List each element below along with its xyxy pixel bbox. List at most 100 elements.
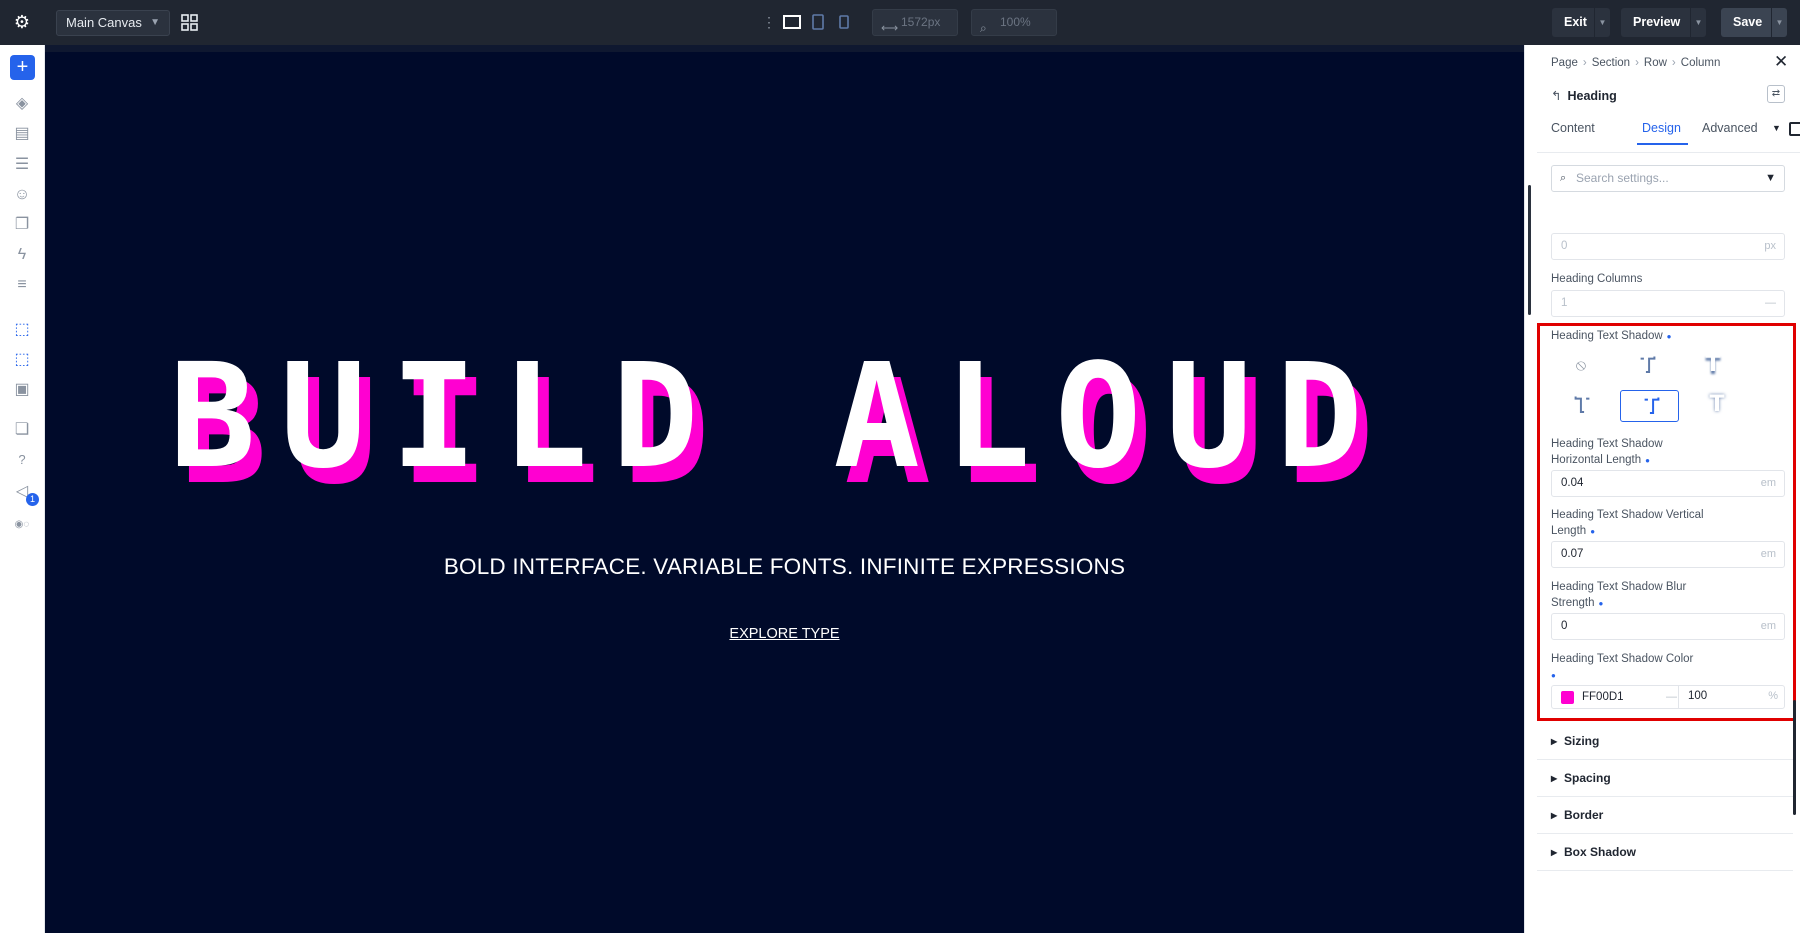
chevron-down-icon[interactable]: ▼ [1772, 123, 1781, 133]
cursor-select-icon[interactable]: ⬚ [12, 320, 32, 340]
breadcrumb-column[interactable]: Column [1681, 57, 1721, 69]
module-title-text: Heading [1567, 89, 1617, 103]
canvas-selector[interactable]: Main Canvas ▼ [56, 10, 170, 36]
save-dropdown-icon[interactable]: ▼ [1771, 8, 1787, 37]
templates-icon[interactable]: ❏ [12, 420, 32, 440]
search-icon: ⌕ [980, 21, 987, 35]
color-hex-value[interactable]: FF00D1 [1582, 686, 1624, 708]
add-element-button[interactable]: + [10, 55, 35, 80]
preview-dropdown-icon[interactable]: ▼ [1690, 8, 1706, 37]
breadcrumb-row[interactable]: Row [1644, 57, 1667, 69]
color-alpha-value: 100 [1688, 690, 1708, 702]
shadow-preset-3-icon[interactable]: T [1569, 392, 1599, 418]
shadow-color-input[interactable]: FF00D1 — 100 % [1551, 685, 1785, 709]
desktop-view-icon[interactable] [783, 13, 801, 31]
blur-label: Heading Text Shadow Blur Strength ● [1551, 579, 1686, 612]
canvas-width-input[interactable]: ⟷ 1572px [872, 9, 958, 36]
notification-badge: 1 [26, 493, 39, 506]
caret-right-icon: ▶ [1551, 811, 1558, 820]
section-border[interactable]: ▶ Border [1537, 797, 1793, 834]
v-length-label: Heading Text Shadow Vertical Length ● [1551, 507, 1704, 540]
exit-button-label: Exit [1564, 15, 1587, 29]
shadow-color-label: Heading Text Shadow Color ● [1551, 651, 1693, 684]
canvas-width-value: 1572px [901, 15, 941, 29]
multi-select-icon[interactable]: ⬚ [12, 350, 32, 370]
breadcrumb-page[interactable]: Page [1551, 57, 1578, 69]
search-settings-input[interactable]: ⌕ Search settings... ▼ [1551, 165, 1785, 192]
section-box-shadow[interactable]: ▶ Box Shadow [1537, 834, 1793, 871]
filter-icon[interactable]: ▼ [1765, 166, 1776, 191]
interactions-icon[interactable]: ϟ [12, 245, 32, 265]
pages-icon[interactable]: ❐ [12, 215, 32, 235]
settings-scrollbar[interactable] [1793, 700, 1796, 815]
save-button[interactable]: Save ▼ [1721, 8, 1787, 37]
h-length-unit: em [1760, 477, 1776, 489]
settings-sliders-icon[interactable]: ≡ [12, 275, 32, 295]
tab-content[interactable]: Content [1551, 121, 1595, 135]
dash-icon: — [1666, 691, 1677, 703]
library-icon[interactable]: ▤ [12, 124, 32, 144]
blur-input[interactable]: 0 em [1551, 613, 1785, 640]
section-spacing[interactable]: ▶ Spacing [1537, 760, 1793, 797]
theme-toggle-icon[interactable]: ◉◌ [12, 515, 32, 535]
hero-heading[interactable]: BUILD ALOUD BUILD ALOUD [45, 354, 1524, 506]
settings-gear-icon[interactable]: ⚙ [12, 12, 32, 32]
tablet-view-icon[interactable] [811, 13, 825, 31]
module-options-icon[interactable]: ⇄ [1767, 85, 1785, 103]
back-arrow-icon[interactable]: ↰ [1551, 89, 1561, 103]
section-sizing[interactable]: ▶ Sizing [1537, 723, 1793, 760]
layers-icon[interactable]: ◈ [12, 94, 32, 114]
exit-dropdown-icon[interactable]: ▼ [1594, 8, 1610, 37]
shadow-preset-2-icon[interactable]: T [1698, 352, 1728, 378]
v-length-input[interactable]: 0.07 em [1551, 541, 1785, 568]
responsive-icon[interactable]: ▣ [12, 380, 32, 400]
more-options-icon[interactable]: ⋮ [762, 13, 776, 31]
module-title: ↰ Heading [1551, 88, 1617, 103]
breadcrumb-separator-icon: › [1582, 57, 1587, 69]
preview-button-label: Preview [1633, 15, 1681, 29]
help-icon[interactable]: ? [12, 450, 32, 470]
breadcrumb-section[interactable]: Section [1592, 57, 1630, 69]
phone-view-icon[interactable] [838, 13, 850, 31]
blur-unit: em [1760, 620, 1776, 632]
blur-value: 0 [1561, 620, 1568, 632]
caret-right-icon: ▶ [1551, 848, 1558, 857]
canvas-stage[interactable]: BUILD ALOUD BUILD ALOUD BOLD INTERFACE. … [45, 45, 1524, 933]
heading-columns-input[interactable]: 1 — [1551, 290, 1785, 317]
tab-design[interactable]: Design [1642, 121, 1681, 135]
section-spacing-label: Spacing [1564, 771, 1611, 785]
explore-type-link[interactable]: EXPLORE TYPE [45, 626, 1524, 642]
breadcrumb-separator-icon: › [1635, 57, 1639, 69]
blur-label-line-2: Strength [1551, 597, 1595, 609]
view-mode-icon[interactable] [1789, 122, 1800, 136]
previous-field-value: 0 [1561, 240, 1568, 252]
grid-view-icon[interactable] [181, 14, 198, 31]
color-alpha-input[interactable]: 100 % [1678, 685, 1786, 709]
hero-subheading[interactable]: BOLD INTERFACE. VARIABLE FONTS. INFINITE… [45, 554, 1524, 580]
breadcrumb: Page › Section › Row › Column [1551, 57, 1720, 69]
panel-scrollbar[interactable] [1528, 185, 1531, 315]
previous-field-input[interactable]: 0 px [1551, 233, 1785, 260]
heading-columns-label: Heading Columns [1551, 273, 1643, 285]
h-length-label-line-1: Heading Text Shadow [1551, 438, 1663, 450]
text-shadow-label: Heading Text Shadow ● [1551, 328, 1672, 345]
zoom-input[interactable]: ⌕ 100% [971, 9, 1057, 36]
database-icon[interactable]: ☰ [12, 155, 32, 175]
shadow-preset-4-icon[interactable]: T [1635, 393, 1665, 419]
active-tab-indicator [1637, 143, 1688, 145]
color-alpha-unit: % [1768, 690, 1778, 702]
heading-columns-value: 1 [1561, 297, 1568, 309]
theme-icon[interactable]: ☺ [12, 185, 32, 205]
h-length-input[interactable]: 0.04 em [1551, 470, 1785, 497]
zoom-value: 100% [1000, 15, 1031, 29]
close-icon[interactable]: ✕ [1774, 52, 1788, 72]
h-length-label-line-2: Horizontal Length [1551, 454, 1642, 466]
color-swatch[interactable] [1561, 691, 1574, 704]
shadow-preset-5-icon[interactable]: T [1702, 392, 1732, 418]
shadow-preset-1-icon[interactable]: T [1631, 352, 1661, 378]
no-shadow-icon[interactable]: ⦸ [1566, 352, 1596, 378]
tab-advanced[interactable]: Advanced [1702, 121, 1758, 135]
exit-button[interactable]: Exit ▼ [1552, 8, 1610, 37]
preview-button[interactable]: Preview ▼ [1621, 8, 1706, 37]
chevron-down-icon: ▼ [150, 17, 160, 28]
